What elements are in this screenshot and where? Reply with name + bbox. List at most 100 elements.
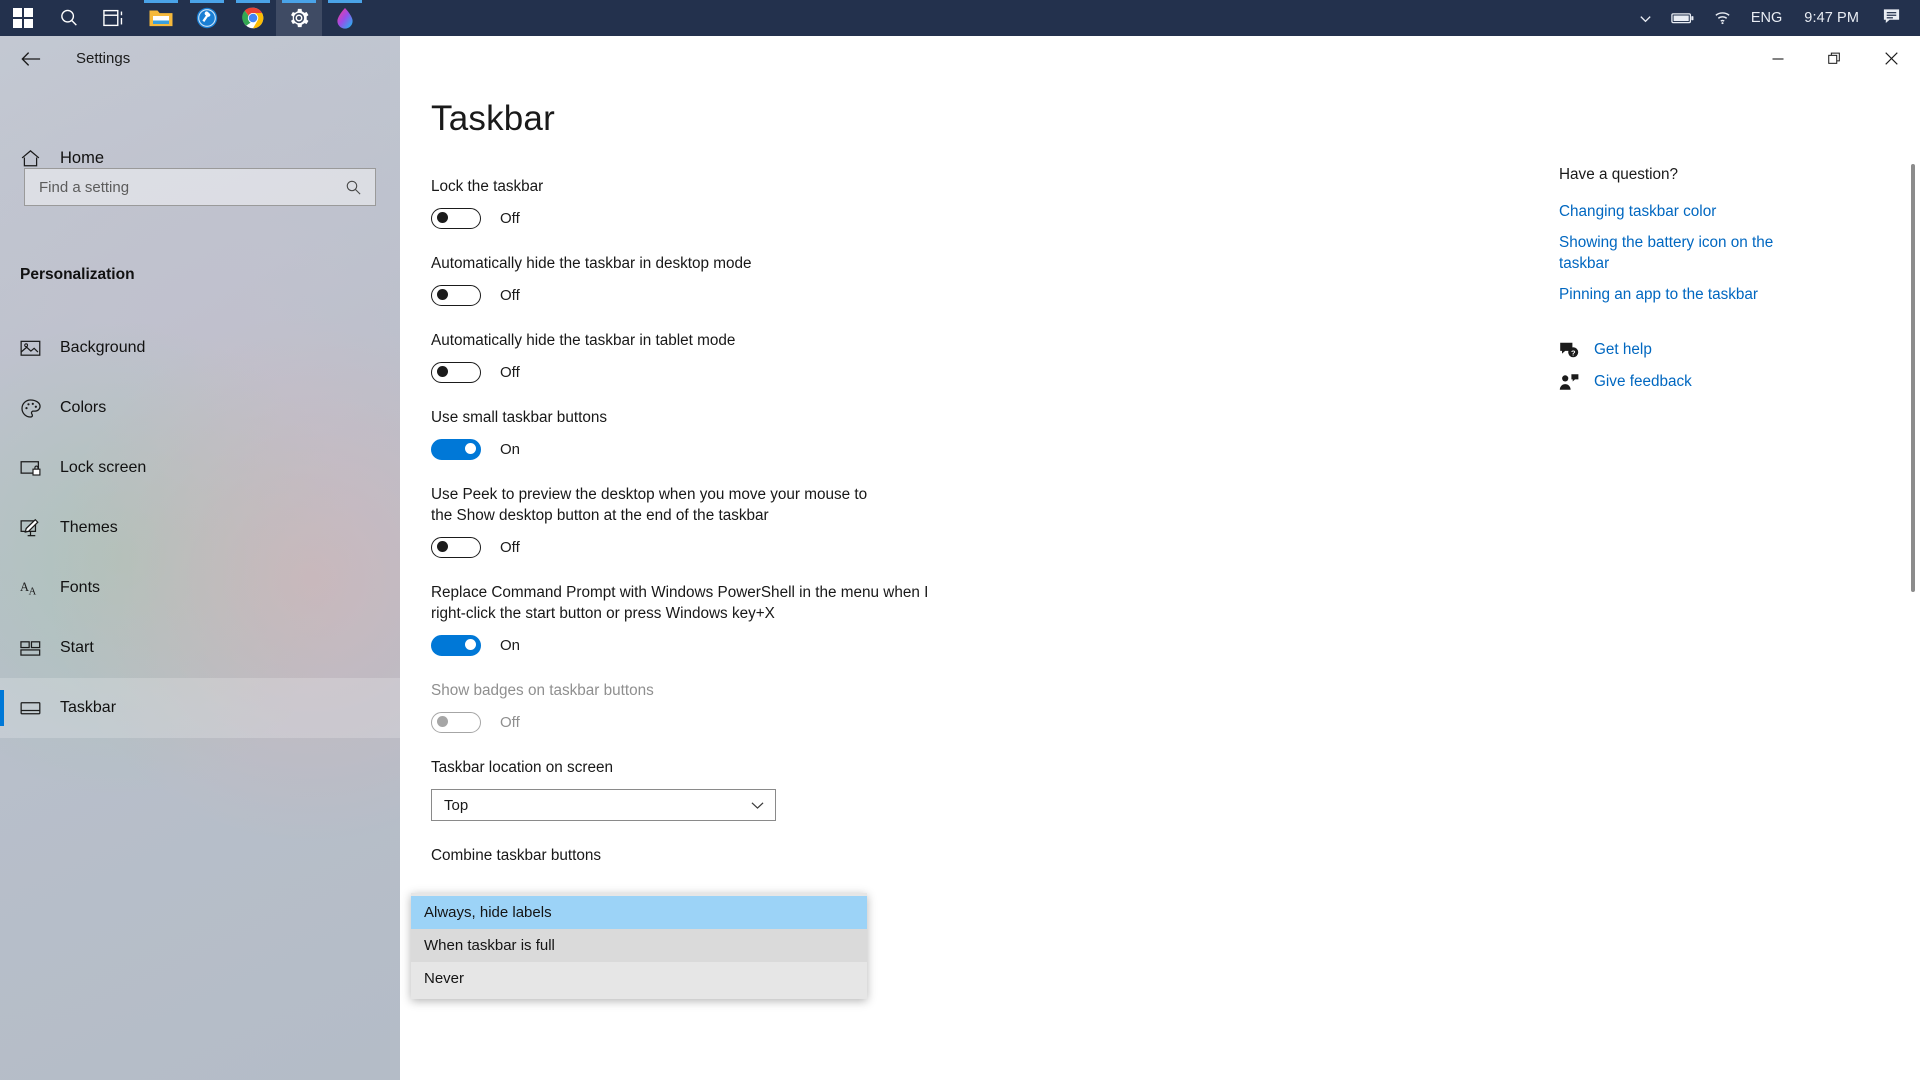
chrome-button[interactable] [230,0,276,36]
setting-use-peek: Use Peek to preview the desktop when you… [431,484,1051,558]
svg-text:A: A [29,586,37,597]
toggle-state-label: Off [500,539,520,556]
edge-button[interactable] [184,0,230,36]
setting-label: Automatically hide the taskbar in deskto… [431,255,752,272]
small-taskbar-buttons-toggle[interactable] [431,439,481,460]
setting-show-badges: Show badges on taskbar buttons Off [431,680,1051,733]
search-icon [61,9,77,26]
toggle-row: Off [431,537,1051,558]
chrome-browser-icon [242,7,264,29]
sidebar-item-label: Background [60,339,146,356]
toggle-row: Off [431,712,1051,733]
minimize-icon [1772,57,1783,60]
back-button[interactable] [8,41,54,77]
settings-content: Taskbar Lock the taskbar Off Automatical… [400,36,1920,1080]
sidebar-item-themes[interactable]: Themes [0,498,400,558]
task-view-icon [103,9,123,27]
close-icon [1885,52,1898,65]
sidebar-item-fonts[interactable]: A A Fonts [0,558,400,618]
toggle-row: Off [431,362,1051,383]
sidebar-item-label: Fonts [60,579,101,596]
sidebar-item-colors[interactable]: Colors [0,378,400,438]
help-link[interactable]: Changing taskbar color [1559,201,1809,222]
search-box[interactable] [24,168,376,206]
notification-chat-icon [1883,9,1900,24]
taskbar-location-select[interactable]: Top [431,789,776,821]
toggle-state-label: Off [500,714,520,731]
help-link[interactable]: Pinning an app to the taskbar [1559,284,1809,305]
dropdown-option[interactable]: Always, hide labels [411,896,867,929]
sidebar-item-start[interactable]: Start [0,618,400,678]
task-view-button[interactable] [92,0,138,36]
sidebar-category-title: Personalization [20,266,135,283]
content-scrollbar[interactable] [1905,36,1920,1080]
file-explorer-button[interactable] [138,0,184,36]
sidebar-item-background[interactable]: Background [0,318,400,378]
dropdown-option[interactable]: Never [411,962,867,995]
use-peek-toggle[interactable] [431,537,481,558]
language-indicator[interactable]: ENG [1741,10,1792,26]
network-button[interactable] [1704,0,1741,36]
settings-button[interactable] [276,0,322,36]
search-button[interactable] [46,0,92,36]
search-input[interactable] [25,169,345,205]
help-link[interactable]: Showing the battery icon on the taskbar [1559,232,1809,274]
picture-icon [20,339,54,358]
close-button[interactable] [1863,36,1920,81]
notification-center-button[interactable] [1871,7,1914,29]
page-title: Taskbar [431,99,555,138]
setting-combine-buttons: Combine taskbar buttons [431,845,1051,866]
autohide-tablet-toggle[interactable] [431,362,481,383]
window-controls [1749,36,1920,81]
dropdown-option[interactable]: When taskbar is full [411,929,867,962]
select-value: Top [444,796,469,814]
setting-label: Show badges on taskbar buttons [431,682,654,699]
setting-autohide-desktop: Automatically hide the taskbar in deskto… [431,253,1051,306]
minimize-button[interactable] [1749,36,1806,81]
home-icon [20,148,54,169]
toggle-state-label: Off [500,287,520,304]
sidebar-item-label: Themes [60,519,118,536]
feedback-person-icon [1559,373,1591,391]
maximize-restore-button[interactable] [1806,36,1863,81]
search-icon [345,179,375,196]
taskbar: ENG 9:47 PM [0,0,1920,36]
give-feedback-action[interactable]: Give feedback [1559,373,1819,391]
edge-browser-icon [196,7,218,29]
back-arrow-icon [20,51,40,66]
tray-overflow-button[interactable] [1629,0,1662,36]
battery-button[interactable] [1662,0,1704,36]
lock-taskbar-toggle[interactable] [431,208,481,229]
palette-icon [20,398,54,419]
sidebar-item-label: Lock screen [60,459,147,476]
clock[interactable]: 9:47 PM [1792,10,1871,26]
sidebar-item-label: Home [60,148,105,167]
chevron-down-icon [751,801,764,809]
help-actions: ? Get help Give feedback [1559,341,1819,405]
help-panel-title: Have a question? [1559,166,1679,183]
replace-cmd-powershell-toggle[interactable] [431,635,481,656]
toggle-row: Off [431,208,1051,229]
start-tiles-icon [20,639,54,658]
combine-buttons-dropdown[interactable]: Always, hide labels When taskbar is full… [411,893,867,999]
scrollbar-thumb[interactable] [1911,164,1915,592]
paint-drop-icon [337,8,353,29]
toggle-row: On [431,439,1051,460]
setting-small-buttons: Use small taskbar buttons On [431,407,1051,460]
setting-label: Lock the taskbar [431,178,544,195]
system-tray: ENG 9:47 PM [1629,0,1920,36]
sidebar-item-lock-screen[interactable]: Lock screen [0,438,400,498]
setting-taskbar-location: Taskbar location on screen Top [431,757,1051,821]
get-help-action[interactable]: ? Get help [1559,341,1819,359]
folder-icon [149,10,173,27]
paint-button[interactable] [322,0,368,36]
settings-window: Home Personalization [0,36,1920,1080]
help-question-icon: ? [1559,341,1591,359]
gear-icon [291,8,309,28]
help-action-label: Give feedback [1594,373,1692,390]
autohide-desktop-toggle[interactable] [431,285,481,306]
sidebar-item-taskbar[interactable]: Taskbar [0,678,400,738]
setting-replace-cmd-powershell: Replace Command Prompt with Windows Powe… [431,582,1051,656]
setting-label: Use small taskbar buttons [431,409,607,426]
start-button[interactable] [0,0,46,36]
